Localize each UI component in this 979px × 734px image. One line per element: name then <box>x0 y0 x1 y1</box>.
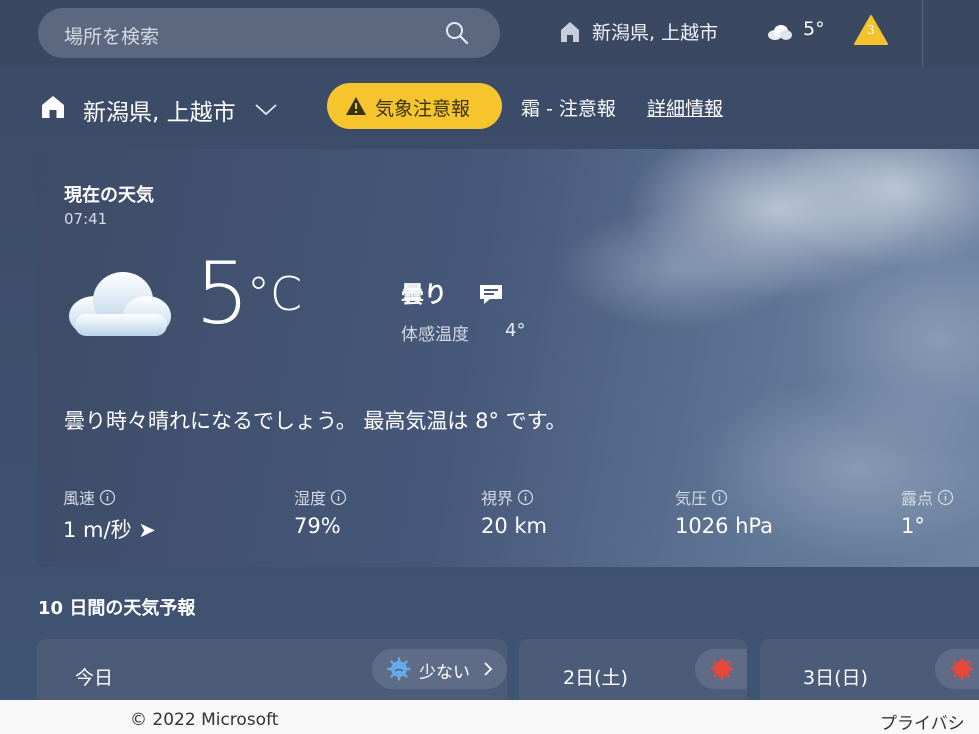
info-icon[interactable] <box>937 489 954 506</box>
home-icon <box>42 96 64 118</box>
info-icon[interactable] <box>711 489 728 506</box>
privacy-link[interactable]: プライバシ <box>880 709 965 734</box>
pollen-button[interactable] <box>695 649 747 689</box>
copyright-text: © 2022 Microsoft <box>130 710 279 730</box>
cloudy-icon <box>69 272 171 336</box>
details-link[interactable]: 詳細情報 <box>647 94 723 121</box>
home-icon <box>561 22 579 42</box>
search-box[interactable]: 場所を検索 <box>38 8 500 58</box>
divider <box>922 0 923 68</box>
dewpoint-label: 露点 <box>901 485 954 509</box>
pressure-value: 1026 hPa <box>675 514 774 538</box>
observation-time: 07:41 <box>64 210 108 228</box>
weather-alert-button[interactable]: 気象注意報 <box>327 83 502 129</box>
pollen-button[interactable] <box>935 649 979 689</box>
humidity-label: 湿度 <box>294 485 347 509</box>
info-icon[interactable] <box>517 489 534 506</box>
header-temperature[interactable]: 5° <box>803 18 825 40</box>
pollen-high-icon <box>710 657 734 681</box>
alert-count-badge[interactable]: 3 <box>853 23 889 37</box>
visibility-label: 視界 <box>481 485 534 509</box>
chevron-down-icon[interactable] <box>254 101 278 117</box>
pollen-low-icon <box>387 657 411 681</box>
footer: © 2022 Microsoft プライバシ <box>0 700 979 734</box>
alert-label: 気象注意報 <box>375 98 471 120</box>
wind-value: 1 m/秒 ➤ <box>63 518 156 542</box>
header-location[interactable]: 新潟県, 上越市 <box>592 18 718 45</box>
dewpoint-value: 1° <box>901 514 925 538</box>
pollen-level: 少ない <box>419 663 470 683</box>
top-bar: 場所を検索 新潟県, 上越市 5° 3 <box>0 0 979 68</box>
search-input[interactable]: 場所を検索 <box>64 22 159 49</box>
comment-icon[interactable] <box>478 283 504 305</box>
frost-advisory-text: 霜 - 注意報 <box>521 98 616 120</box>
warning-icon <box>346 97 366 115</box>
info-icon[interactable] <box>330 489 347 506</box>
current-weather-title: 現在の天気 <box>64 185 154 206</box>
location-selector[interactable]: 新潟県, 上越市 <box>83 93 236 127</box>
visibility-value: 20 km <box>481 514 548 538</box>
pollen-button[interactable]: 少ない <box>372 649 507 689</box>
chevron-right-icon <box>484 662 493 676</box>
feels-like-value: 4° <box>505 320 526 341</box>
day-name: 今日 <box>75 667 114 689</box>
info-icon[interactable] <box>99 489 116 506</box>
condition-text: 曇り <box>401 282 447 308</box>
current-weather-card: 現在の天気 07:41 5 °C 曇り 体感温度 4° 曇り時々晴れになるでしょ… <box>37 149 979 567</box>
feels-like-label: 体感温度 <box>401 325 469 345</box>
humidity-value: 79% <box>294 514 341 538</box>
cloud-icon <box>768 25 792 40</box>
forecast-title: 10 日間の天気予報 <box>38 598 196 619</box>
day-name: 3日(日) <box>803 667 868 689</box>
pressure-label: 気圧 <box>675 485 728 509</box>
pollen-high-icon <box>950 657 974 681</box>
weather-summary: 曇り時々晴れになるでしょう。 最高気温は 8° です。 <box>64 409 567 433</box>
current-temperature: 5 <box>195 244 250 344</box>
search-icon[interactable] <box>444 20 470 46</box>
temperature-unit[interactable]: °C <box>247 271 302 317</box>
day-name: 2日(土) <box>563 667 628 689</box>
wind-label: 風速 <box>63 485 116 509</box>
